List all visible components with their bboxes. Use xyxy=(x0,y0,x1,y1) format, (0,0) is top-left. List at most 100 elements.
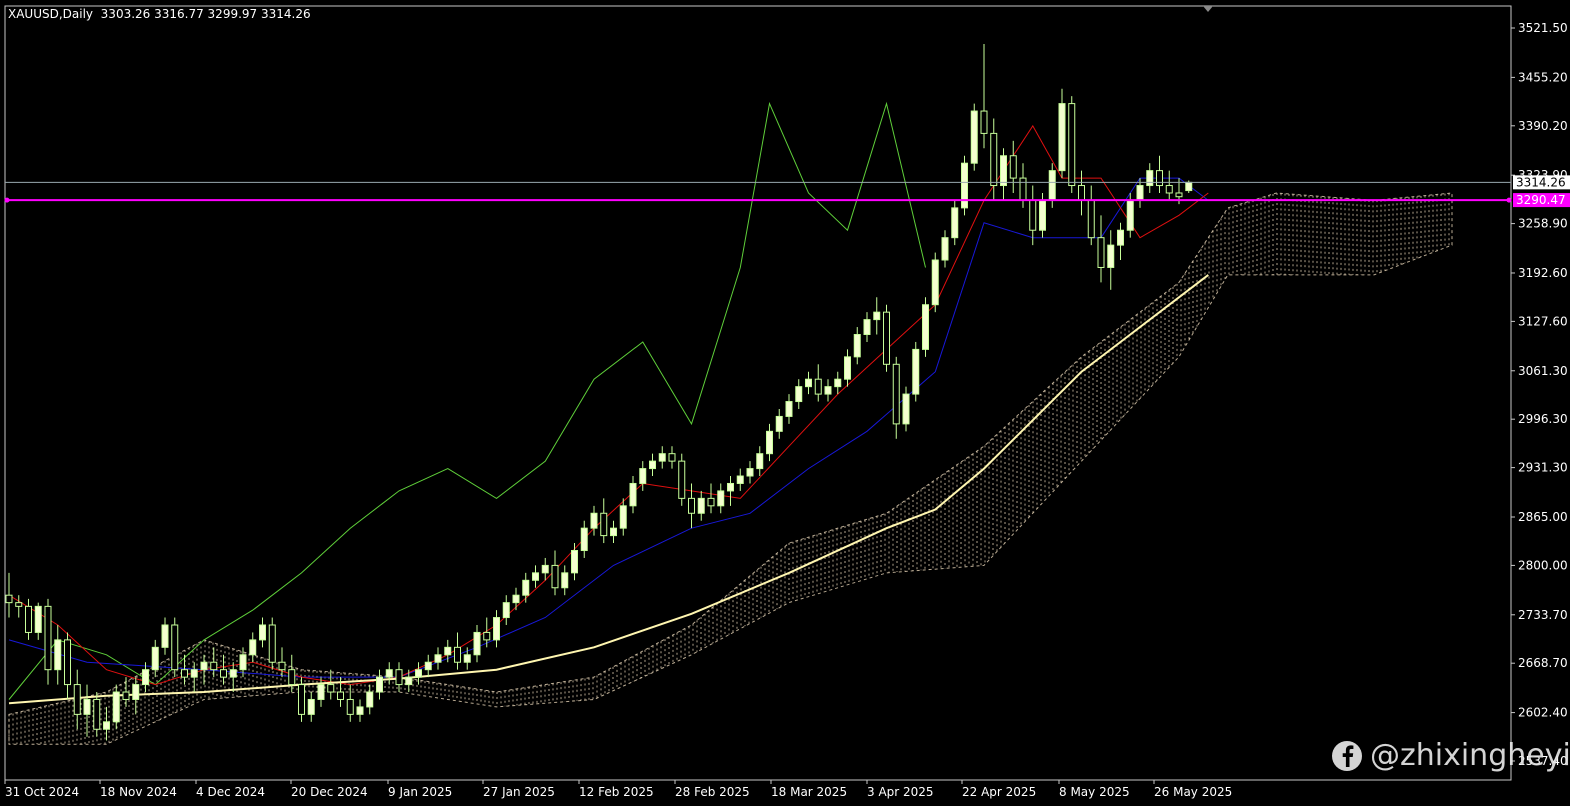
candle xyxy=(561,565,569,596)
candle xyxy=(571,543,578,581)
x-tick-label: 9 Jan 2025 xyxy=(388,785,452,799)
candle xyxy=(249,632,257,663)
candle xyxy=(785,394,793,424)
candle xyxy=(200,654,208,685)
candle-body-bull xyxy=(649,460,656,470)
candle-body-bull xyxy=(405,676,413,686)
y-tick-label: 3258.90 xyxy=(1518,217,1568,231)
candle xyxy=(161,617,169,655)
candle-body-bear xyxy=(122,691,130,700)
watermark-text: @zhixingheyi xyxy=(1370,738,1570,773)
y-tick-label: 3061.30 xyxy=(1518,364,1568,378)
candle xyxy=(629,476,637,514)
candle xyxy=(961,155,968,216)
candle-body-bear xyxy=(1175,192,1183,198)
candle-body-bear xyxy=(171,624,179,671)
candle-body-bear xyxy=(1019,177,1027,201)
candle-body-bear xyxy=(600,512,608,537)
candle-body-bull xyxy=(112,691,120,723)
candle xyxy=(327,669,335,700)
candle-body-bull xyxy=(473,631,481,656)
candle-body-bull xyxy=(766,430,773,455)
candle-body-bull xyxy=(727,482,734,492)
candle-body-bull xyxy=(697,497,705,514)
y-tick-label: 3390.20 xyxy=(1518,119,1568,133)
candle-body-bull xyxy=(532,572,539,581)
x-tick-label: 28 Feb 2025 xyxy=(675,785,750,799)
candle xyxy=(346,684,354,722)
candle xyxy=(844,349,851,387)
candle-body-bull xyxy=(1039,199,1046,231)
x-tick-label: 27 Jan 2025 xyxy=(483,785,555,799)
candle-body-bull xyxy=(1126,199,1134,231)
candle-body-bull xyxy=(151,646,159,671)
candle-body-bear xyxy=(1009,155,1017,179)
candle xyxy=(317,677,325,707)
candle xyxy=(756,446,764,477)
candle xyxy=(1029,185,1037,246)
candle-body-bull xyxy=(951,207,959,239)
candle xyxy=(268,617,276,670)
candle-body-bull xyxy=(376,676,383,693)
candle xyxy=(717,483,725,514)
line-anchor-left[interactable] xyxy=(4,197,10,203)
candle xyxy=(1146,163,1154,193)
candle xyxy=(229,662,237,693)
candle-body-bull xyxy=(415,669,422,678)
candle-body-bull xyxy=(34,605,42,633)
candle-body-bear xyxy=(1097,237,1105,268)
candle xyxy=(824,379,832,402)
candle-body-bear xyxy=(64,639,71,686)
candle-body-bull xyxy=(970,110,978,164)
candle-body-bull xyxy=(736,475,744,484)
candle-body-bull xyxy=(522,579,530,596)
price-chart[interactable]: 3521.503455.203390.203323.903258.903192.… xyxy=(0,0,1570,806)
candle xyxy=(44,598,52,685)
candle-body-bull xyxy=(239,654,247,671)
candle xyxy=(190,662,198,693)
candle xyxy=(259,617,266,648)
candle-body-bull xyxy=(385,669,393,678)
candle-body-bull xyxy=(629,482,637,507)
candle xyxy=(707,483,715,514)
candle xyxy=(980,44,988,149)
time-axis: 31 Oct 2024 18 Nov 2024 4 Dec 2024 20 Dec 2… xyxy=(4,780,1232,799)
line-anchor-right[interactable] xyxy=(1506,197,1512,203)
candle-body-bear xyxy=(814,378,822,395)
candle-body-bear xyxy=(980,110,988,134)
candle xyxy=(434,647,442,670)
candle-body-bull xyxy=(356,706,364,715)
candle-body-bear xyxy=(454,646,461,663)
candle xyxy=(25,598,32,640)
y-tick-label: 2602.40 xyxy=(1518,706,1568,720)
candle xyxy=(883,304,890,372)
candle xyxy=(142,662,149,693)
candle-body-bear xyxy=(1087,199,1095,239)
candle-body-bull xyxy=(756,453,764,470)
y-tick-label: 2931.30 xyxy=(1518,461,1568,475)
candle-body-bear xyxy=(1156,170,1163,187)
candle xyxy=(805,371,812,395)
candle xyxy=(892,356,900,439)
candle xyxy=(551,550,559,596)
y-tick-label: 2865.00 xyxy=(1518,510,1568,524)
candle xyxy=(1097,215,1105,283)
candle-body-bull xyxy=(1146,170,1154,187)
candle-body-bear xyxy=(278,661,286,671)
candle xyxy=(580,520,588,558)
candle-body-bear xyxy=(73,684,81,715)
candle xyxy=(873,297,881,335)
shift-marker-icon xyxy=(1203,6,1213,12)
chart-frame xyxy=(4,5,1512,781)
x-tick-label: 4 Dec 2024 xyxy=(196,785,265,799)
candle xyxy=(483,617,491,648)
x-tick-label: 20 Dec 2024 xyxy=(291,785,368,799)
candle xyxy=(668,446,676,469)
candle-body-bull xyxy=(1117,229,1124,246)
y-tick-label: 3127.60 xyxy=(1518,314,1568,328)
candle xyxy=(970,103,978,171)
horizontal-lines[interactable] xyxy=(4,181,1512,203)
candle xyxy=(1165,170,1173,201)
candle xyxy=(366,684,374,715)
candle-body-bull xyxy=(161,624,169,648)
